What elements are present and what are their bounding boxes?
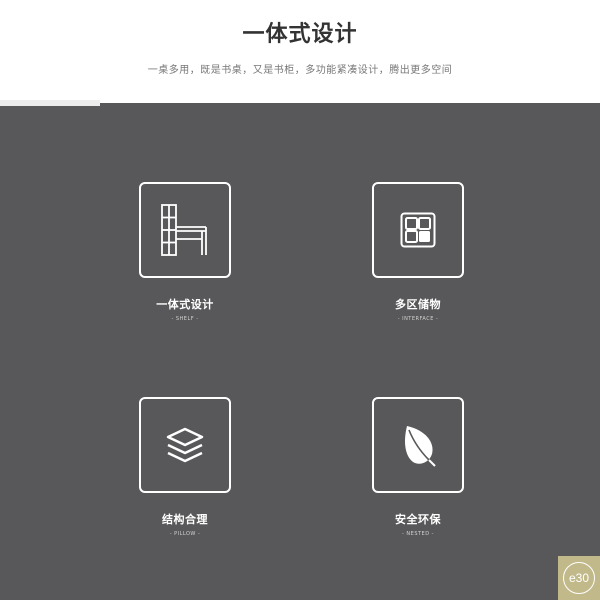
feature-subtitle: - PILLOW - [169, 531, 201, 537]
feature-subtitle: - SHELF - [171, 316, 199, 322]
desk-shelf-icon [161, 204, 207, 256]
storage-grid-icon [400, 212, 436, 248]
layers-icon [166, 427, 204, 463]
feature-subtitle: - INTERFACE - [397, 316, 439, 322]
divider [0, 100, 100, 106]
badge-logo: e30 [563, 562, 595, 594]
feature-subtitle: - NESTED - [402, 531, 434, 537]
feature-desk: 一体式设计 - SHELF - [105, 182, 265, 322]
feature-title: 一体式设计 [156, 298, 214, 311]
feature-title: 结构合理 [162, 513, 208, 526]
watermark-badge: e30 [558, 556, 600, 600]
header: 一体式设计 一桌多用，既是书桌，又是书柜，多功能紧凑设计，腾出更多空间 [0, 0, 600, 103]
page-subtitle: 一桌多用，既是书桌，又是书柜，多功能紧凑设计，腾出更多空间 [147, 65, 453, 76]
page-title: 一体式设计 [242, 22, 358, 47]
features-panel [0, 103, 600, 600]
leaf-icon [405, 426, 436, 467]
feature-icon-box [372, 397, 464, 493]
feature-eco: 安全环保 - NESTED - [338, 397, 498, 537]
feature-title: 多区储物 [395, 298, 441, 311]
feature-title: 安全环保 [395, 513, 441, 526]
feature-storage: 多区储物 - INTERFACE - [338, 182, 498, 322]
page: 一体式设计 一桌多用，既是书桌，又是书柜，多功能紧凑设计，腾出更多空间 一体式设… [0, 0, 600, 600]
feature-structure: 结构合理 - PILLOW - [105, 397, 265, 537]
feature-icon-box [139, 397, 231, 493]
feature-icon-box [139, 182, 231, 278]
feature-icon-box [372, 182, 464, 278]
